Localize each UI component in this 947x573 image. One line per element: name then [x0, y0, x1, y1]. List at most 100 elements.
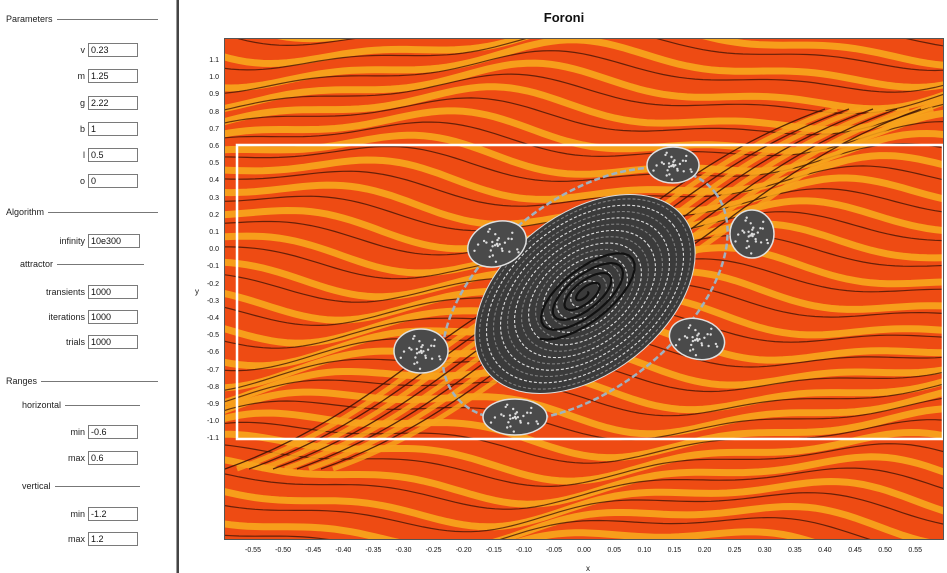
- infinity-input[interactable]: [88, 234, 140, 248]
- y-tick-label: -0.3: [206, 297, 219, 305]
- basin-speckle: [670, 178, 674, 181]
- param-g-input[interactable]: [88, 96, 138, 110]
- parameters-header-label: Parameters: [6, 14, 53, 24]
- basin-speckle: [690, 343, 693, 347]
- basin-speckle: [670, 155, 673, 159]
- basin-speckle: [506, 426, 509, 429]
- y-tick-label: 1.0: [209, 74, 219, 82]
- plot-canvas[interactable]: [224, 38, 944, 540]
- basin-speckle: [761, 227, 764, 230]
- panel-splitter[interactable]: [177, 0, 179, 573]
- h-max-input[interactable]: [88, 451, 138, 465]
- y-tick-label: -0.2: [206, 280, 219, 288]
- y-tick-label: -0.5: [206, 332, 219, 340]
- basin-speckle: [759, 227, 762, 230]
- attractor-divider: [57, 263, 144, 265]
- basin-speckle: [511, 416, 515, 420]
- x-tick-label: 0.30: [757, 547, 772, 554]
- y-tick-label: 0.0: [209, 246, 219, 254]
- basin-speckle: [473, 249, 476, 252]
- basin-speckle: [754, 240, 758, 243]
- param-v-input[interactable]: [88, 43, 138, 57]
- basin-speckle: [689, 324, 692, 327]
- param-m-label: m: [77, 71, 86, 81]
- parameters-divider: [56, 18, 158, 20]
- basin-speckle: [737, 233, 740, 236]
- transients-input[interactable]: [88, 285, 138, 299]
- algorithm-header: Algorithm: [6, 206, 158, 218]
- algorithm-header-label: Algorithm: [6, 207, 45, 217]
- param-v-label: v: [80, 45, 86, 55]
- y-tick-label: 0.1: [209, 229, 219, 236]
- basin-speckle: [430, 344, 433, 347]
- basin-speckle: [734, 240, 737, 243]
- basin-speckle: [690, 170, 693, 173]
- y-tick-label: 1.1: [209, 57, 219, 64]
- parameters-header: Parameters: [6, 13, 158, 25]
- y-tick-label: 0.4: [209, 177, 219, 185]
- y-tick-label: 0.2: [209, 211, 219, 219]
- basin-speckle: [754, 237, 757, 241]
- basin-speckle: [536, 422, 540, 425]
- basin-speckle: [512, 430, 515, 433]
- basin-speckle: [747, 245, 751, 248]
- basin-speckle: [652, 169, 655, 172]
- param-m-input[interactable]: [88, 69, 138, 83]
- y-tick-label: -1.1: [206, 435, 219, 443]
- basin-speckle: [413, 334, 416, 338]
- h-min-input[interactable]: [88, 425, 138, 439]
- basin-speckle: [766, 241, 769, 245]
- x-tick-label: 0.45: [848, 547, 862, 554]
- basin-speckle: [749, 222, 752, 225]
- trials-row: trials: [20, 334, 138, 350]
- basin-speckle: [689, 349, 692, 352]
- basin-speckle: [750, 252, 753, 255]
- x-tick-label: 0.05: [607, 547, 621, 554]
- ranges-header-label: Ranges: [6, 376, 38, 386]
- y-tick-label: 0.6: [209, 143, 219, 150]
- basin-speckle: [709, 333, 712, 336]
- basin-speckle: [508, 250, 511, 253]
- basin-speckle: [689, 168, 692, 171]
- basin-speckle: [526, 411, 529, 414]
- basin-speckle: [421, 344, 424, 347]
- x-tick-label: 0.25: [727, 547, 742, 554]
- iterations-input[interactable]: [88, 310, 138, 324]
- basin-speckle: [485, 241, 488, 244]
- basin-speckle: [510, 237, 513, 241]
- horizontal-divider: [65, 404, 140, 406]
- y-tick-label: -0.1: [206, 263, 219, 271]
- basin-speckle: [664, 153, 667, 157]
- x-tick-label: -0.55: [245, 547, 261, 554]
- basin-speckle: [494, 260, 498, 263]
- ranges-divider: [41, 380, 158, 382]
- basin-speckle: [488, 255, 491, 258]
- v-max-input[interactable]: [88, 532, 138, 546]
- v-min-input[interactable]: [88, 507, 138, 521]
- param-l-input[interactable]: [88, 148, 138, 162]
- basin-speckle: [691, 348, 695, 351]
- basin-speckle: [410, 348, 413, 351]
- param-o-input[interactable]: [88, 174, 138, 188]
- basin-speckle: [519, 421, 522, 424]
- trials-input[interactable]: [88, 335, 138, 349]
- basin-speckle: [493, 244, 497, 247]
- basin-speckle: [504, 405, 507, 409]
- param-b-input[interactable]: [88, 122, 138, 136]
- basin-speckle: [493, 416, 497, 419]
- basin-speckle: [530, 406, 533, 410]
- basin-speckle: [509, 417, 512, 420]
- basin-speckle: [498, 243, 501, 246]
- param-v-row: v: [40, 42, 138, 58]
- basin-speckle: [502, 414, 505, 418]
- horizontal-header-label: horizontal: [22, 400, 62, 410]
- basin-speckle: [678, 338, 681, 341]
- basin-speckle: [678, 162, 682, 166]
- basin-speckle: [503, 241, 507, 244]
- x-tick-label: 0.00: [577, 547, 591, 554]
- vertical-header: vertical: [22, 480, 140, 492]
- basin-speckle: [660, 161, 664, 164]
- vertical-header-label: vertical: [22, 481, 51, 491]
- basin-speckle: [707, 344, 710, 348]
- v-min-label: min: [70, 509, 85, 519]
